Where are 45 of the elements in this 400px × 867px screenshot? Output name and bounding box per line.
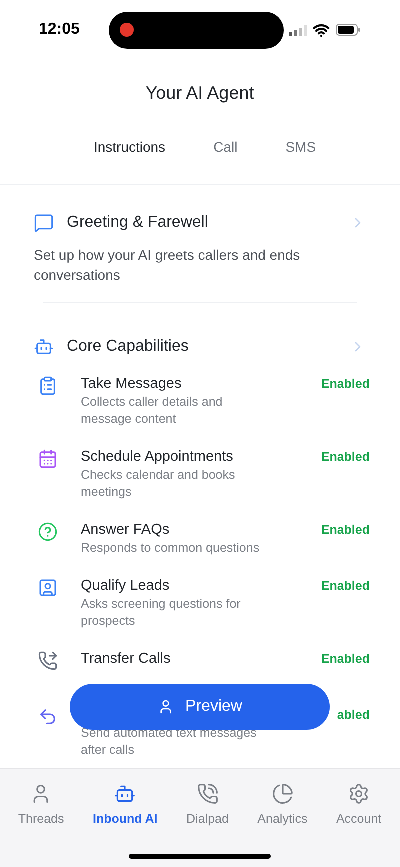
capability-description: Asks screening questions for prospects	[81, 596, 242, 630]
chat-bubble-icon	[34, 213, 54, 233]
capability-title: Transfer Calls	[81, 650, 172, 668]
question-icon	[38, 522, 58, 542]
section-title: Greeting & Farewell	[67, 213, 208, 233]
status-label: Enabled	[321, 651, 370, 668]
person-icon	[158, 699, 174, 715]
status-label: Enabled	[321, 376, 370, 393]
clipboard-icon	[38, 376, 58, 396]
reply-arrow-icon	[38, 707, 58, 727]
status-label: Enabled	[321, 578, 370, 595]
status-time: 12:05	[39, 20, 81, 40]
calendar-icon	[38, 449, 58, 469]
robot-icon	[34, 337, 54, 357]
tab[interactable]: SMS	[274, 137, 328, 158]
capability-description: Responds to common questions	[81, 540, 261, 557]
capability-title: Answer FAQs	[81, 521, 171, 539]
capability-description: Checks calendar and books meetings	[81, 467, 236, 501]
capability-title: Schedule Appointments	[81, 448, 234, 466]
pie-chart-icon	[272, 783, 294, 805]
screen-title: Your AI Agent	[146, 82, 254, 105]
capability-title: Take Messages	[81, 375, 183, 393]
robot-icon	[114, 783, 136, 805]
settings-icon	[348, 783, 370, 805]
wifi-icon	[313, 22, 330, 38]
nav-tab[interactable]: Account	[336, 783, 382, 829]
preview-button[interactable]: Preview	[70, 684, 330, 730]
nav-tab[interactable]: Inbound AI	[92, 783, 158, 829]
person-card-icon	[38, 578, 58, 598]
nav-tab[interactable]: Analytics	[258, 783, 308, 829]
battery-icon	[336, 24, 361, 36]
capability-description: Collects caller details and message content	[81, 394, 224, 428]
phone-icon	[196, 783, 219, 805]
status-label: Enabled	[321, 449, 370, 466]
signal-icon	[289, 24, 307, 36]
tab[interactable]: Call	[202, 137, 250, 158]
phone-forward-icon	[38, 651, 58, 671]
status-label: abled	[337, 707, 370, 724]
section-title: Core Capabilities	[67, 337, 189, 357]
nav-tab[interactable]: Threads	[18, 783, 64, 829]
nav-tab[interactable]: Dialpad	[186, 783, 229, 829]
capability-title: Qualify Leads	[81, 577, 171, 595]
tab[interactable]: Instructions	[82, 137, 178, 158]
section-description: Set up how your AI greets callers and ends conversations	[34, 246, 302, 285]
status-label: Enabled	[321, 522, 370, 539]
